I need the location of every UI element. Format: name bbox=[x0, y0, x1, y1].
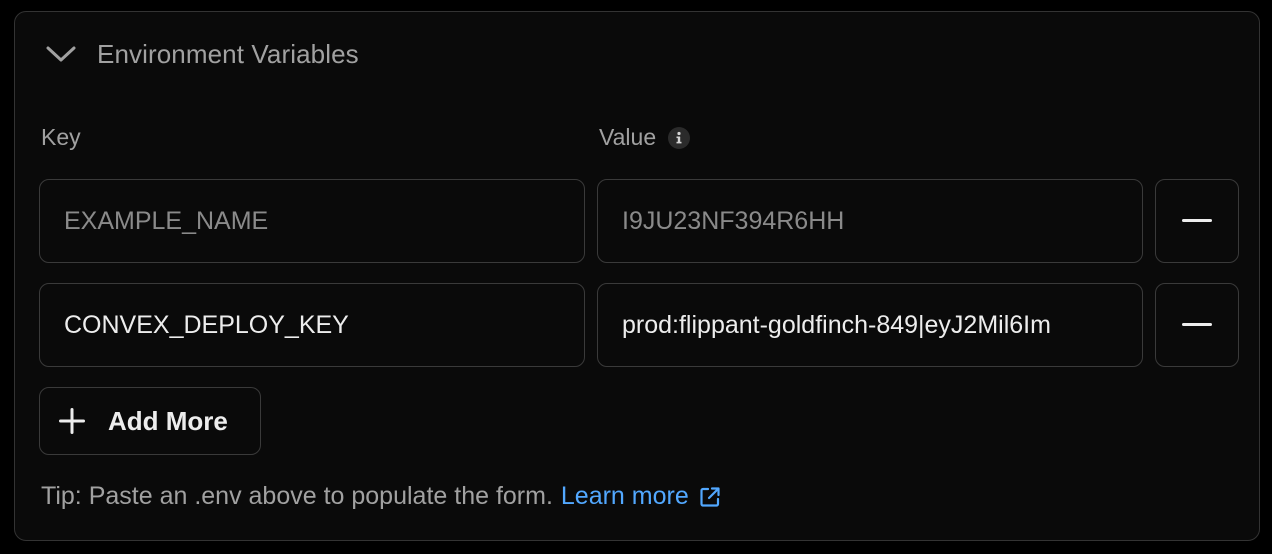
section-header-toggle[interactable]: Environment Variables bbox=[45, 36, 359, 72]
value-column-label: Value bbox=[599, 124, 691, 151]
learn-more-label: Learn more bbox=[560, 482, 689, 510]
add-more-button[interactable]: Add More bbox=[39, 387, 261, 455]
external-link-icon bbox=[700, 486, 720, 507]
info-icon[interactable] bbox=[668, 126, 691, 149]
remove-row-2-button[interactable] bbox=[1155, 283, 1239, 367]
tip-message: Tip: Paste an .env above to populate the… bbox=[41, 482, 553, 510]
key-label-text: Key bbox=[41, 124, 81, 150]
learn-more-link[interactable]: Learn more bbox=[561, 482, 721, 511]
key-input-row-1[interactable] bbox=[39, 179, 585, 263]
remove-row-1-button[interactable] bbox=[1155, 179, 1239, 263]
value-input-row-1[interactable] bbox=[597, 179, 1143, 263]
environment-variables-panel: Environment Variables Key Value EXAMPLE_… bbox=[14, 11, 1260, 541]
section-title: Environment Variables bbox=[97, 38, 359, 69]
key-column-label: Key bbox=[41, 124, 81, 151]
chevron-down-icon[interactable] bbox=[45, 44, 77, 64]
key-input-row-2[interactable] bbox=[39, 283, 585, 367]
add-more-label: Add More bbox=[108, 405, 228, 436]
value-input-row-2[interactable] bbox=[597, 283, 1143, 367]
tip-text: Tip: Paste an .env above to populate the… bbox=[41, 482, 721, 511]
plus-icon bbox=[59, 408, 85, 434]
minus-icon bbox=[1182, 219, 1212, 222]
minus-icon bbox=[1182, 323, 1212, 326]
value-label-text: Value bbox=[599, 124, 657, 150]
